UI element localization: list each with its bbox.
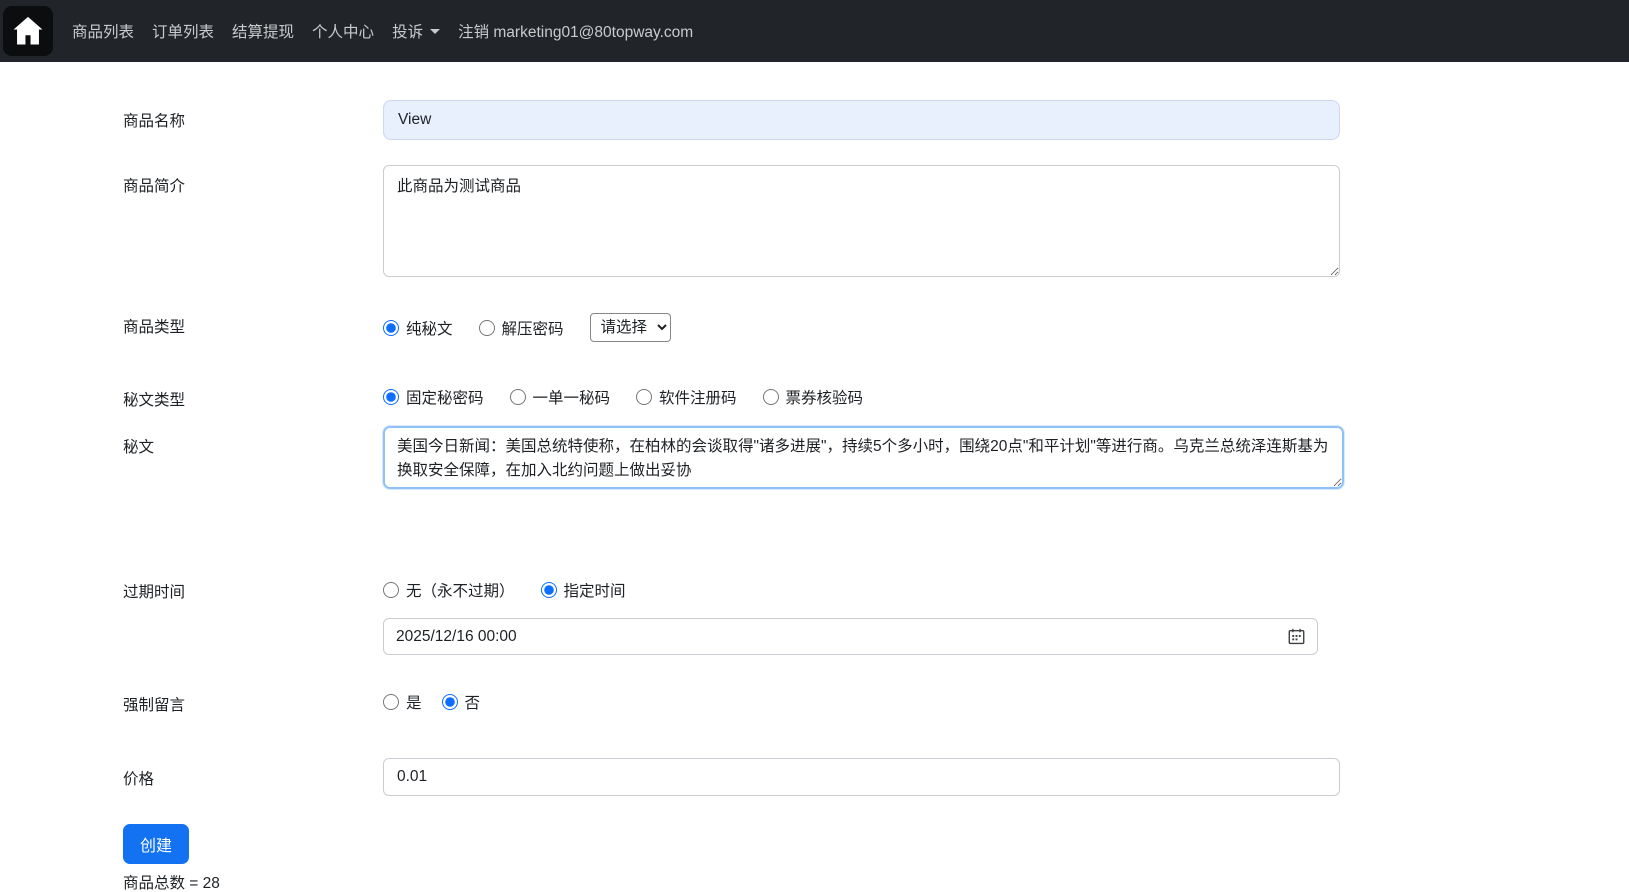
force-message-label: 强制留言 bbox=[123, 684, 383, 715]
radio-never-expire[interactable]: 无（永不过期） bbox=[383, 579, 515, 601]
product-intro-textarea[interactable] bbox=[383, 165, 1340, 277]
secret-text-label: 秘文 bbox=[123, 426, 383, 457]
nav-item-settlement[interactable]: 结算提现 bbox=[223, 20, 303, 42]
radio-specified-time[interactable]: 指定时间 bbox=[541, 579, 626, 601]
home-icon bbox=[10, 13, 46, 49]
price-input[interactable] bbox=[383, 758, 1340, 796]
product-create-form: 商品名称 商品简介 商品类型 纯秘文 解压密码 请选择 秘文 bbox=[0, 62, 1629, 892]
home-button[interactable] bbox=[3, 6, 53, 56]
radio-force-no[interactable]: 否 bbox=[442, 691, 481, 713]
row-secret-text: 秘文 bbox=[123, 426, 1629, 494]
radio-unzip-password[interactable]: 解压密码 bbox=[479, 317, 564, 339]
product-total-count: 商品总数 = 28 bbox=[123, 871, 1629, 892]
nav-item-order-list[interactable]: 订单列表 bbox=[143, 20, 223, 42]
radio-pure-secret[interactable]: 纯秘文 bbox=[383, 317, 453, 339]
product-type-select[interactable]: 请选择 bbox=[590, 313, 671, 342]
radio-one-order-one-code[interactable]: 一单一秘码 bbox=[510, 386, 611, 408]
top-navbar: 商品列表 订单列表 结算提现 个人中心 投诉 注销 marketing01@80… bbox=[0, 0, 1629, 62]
row-price: 价格 bbox=[123, 758, 1629, 796]
row-product-name: 商品名称 bbox=[123, 100, 1629, 140]
row-expire-time: 过期时间 无（永不过期） 指定时间 bbox=[123, 571, 1629, 655]
radio-fixed-secret[interactable]: 固定秘密码 bbox=[383, 386, 484, 408]
create-button[interactable]: 创建 bbox=[123, 824, 189, 864]
nav-item-product-list[interactable]: 商品列表 bbox=[63, 20, 143, 42]
product-name-label: 商品名称 bbox=[123, 100, 383, 131]
product-intro-label: 商品简介 bbox=[123, 165, 383, 196]
product-type-label: 商品类型 bbox=[123, 306, 383, 337]
radio-software-license[interactable]: 软件注册码 bbox=[636, 386, 737, 408]
chevron-down-icon bbox=[430, 29, 440, 34]
nav-item-personal-center[interactable]: 个人中心 bbox=[303, 20, 383, 42]
row-secret-type: 秘文类型 固定秘密码 一单一秘码 软件注册码 票券核验码 bbox=[123, 379, 1629, 410]
form-footer: 创建 商品总数 = 28 bbox=[123, 824, 1629, 892]
secret-type-label: 秘文类型 bbox=[123, 379, 383, 410]
expire-time-label: 过期时间 bbox=[123, 571, 383, 602]
logout-link[interactable]: 注销 marketing01@80topway.com bbox=[449, 20, 702, 42]
row-force-message: 强制留言 是 否 bbox=[123, 684, 1629, 715]
row-product-intro: 商品简介 bbox=[123, 165, 1629, 282]
radio-ticket-verification[interactable]: 票券核验码 bbox=[763, 386, 864, 408]
price-label: 价格 bbox=[123, 758, 383, 789]
calendar-icon[interactable] bbox=[1288, 628, 1305, 645]
product-name-input[interactable] bbox=[383, 100, 1340, 140]
datetime-value[interactable] bbox=[396, 628, 1288, 646]
nav-item-complaint-dropdown[interactable]: 投诉 bbox=[383, 20, 449, 42]
datetime-input[interactable] bbox=[383, 618, 1318, 655]
row-product-type: 商品类型 纯秘文 解压密码 请选择 bbox=[123, 306, 1629, 342]
radio-force-yes[interactable]: 是 bbox=[383, 691, 422, 713]
secret-text-textarea[interactable] bbox=[383, 426, 1344, 489]
